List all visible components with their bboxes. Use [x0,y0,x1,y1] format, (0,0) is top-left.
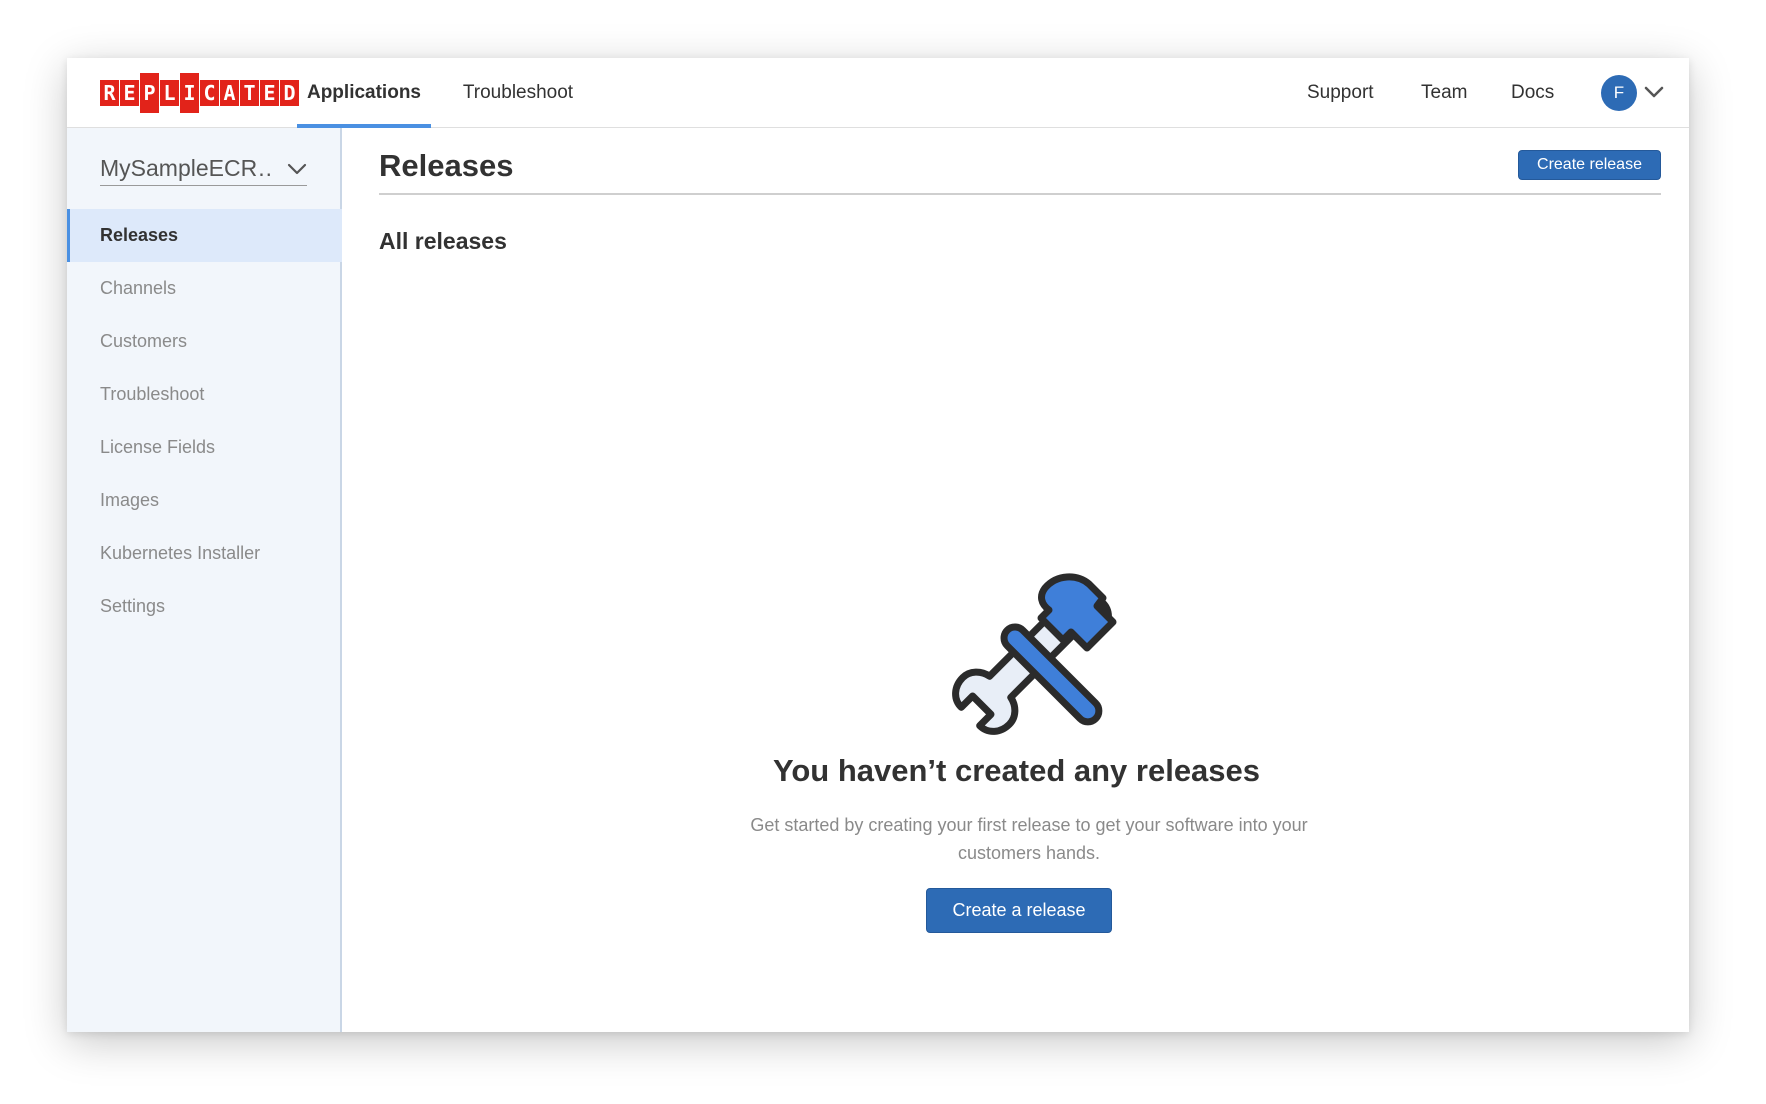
wrench-hammer-icon [952,573,1117,735]
logo-letter: R [100,80,119,106]
tab-troubleshoot[interactable]: Troubleshoot [448,58,588,128]
chevron-down-icon [287,163,307,175]
sidebar-item-releases[interactable]: Releases [67,209,342,262]
docs-link[interactable]: Docs [1511,58,1554,128]
team-link[interactable]: Team [1421,58,1467,128]
create-a-release-button[interactable]: Create a release [926,888,1112,933]
sidebar-item-customers[interactable]: Customers [67,315,342,368]
sidebar-item-channels[interactable]: Channels [67,262,342,315]
sidebar: MySampleECR… Releases Channels Customers… [67,128,342,1032]
logo-letter: C [200,80,219,106]
logo-letter: L [160,80,179,106]
section-title: All releases [379,228,507,254]
support-link[interactable]: Support [1307,58,1374,128]
app-selector[interactable]: MySampleECR… [100,152,307,186]
main-content: Releases Create release All releases You… [344,128,1689,1032]
top-nav: R E P L I C A T E D Applications Trouble… [67,58,1689,128]
avatar[interactable]: F [1601,75,1637,111]
logo-letter: P [140,73,159,113]
replicated-logo[interactable]: R E P L I C A T E D [100,73,300,113]
empty-state-title: You haven’t created any releases [772,753,1261,788]
title-divider [379,193,1661,195]
logo-letter: T [240,80,259,106]
sidebar-item-troubleshoot[interactable]: Troubleshoot [67,368,342,421]
logo-letter: E [120,80,139,106]
app-window: R E P L I C A T E D Applications Trouble… [67,58,1689,1032]
create-release-button[interactable]: Create release [1518,150,1661,180]
logo-letter: A [220,80,239,106]
logo-letter: E [260,80,279,106]
sidebar-item-images[interactable]: Images [67,474,342,527]
tab-applications[interactable]: Applications [297,58,431,128]
app-selector-value: MySampleECR… [100,155,270,181]
logo-letter: I [180,73,199,113]
sidebar-item-settings[interactable]: Settings [67,580,342,633]
chevron-down-icon[interactable] [1643,84,1665,100]
sidebar-item-kubernetes-installer[interactable]: Kubernetes Installer [67,527,342,580]
empty-state-description: Get started by creating your first relea… [750,815,1308,863]
page-title: Releases [379,148,514,183]
sidebar-item-license-fields[interactable]: License Fields [67,421,342,474]
